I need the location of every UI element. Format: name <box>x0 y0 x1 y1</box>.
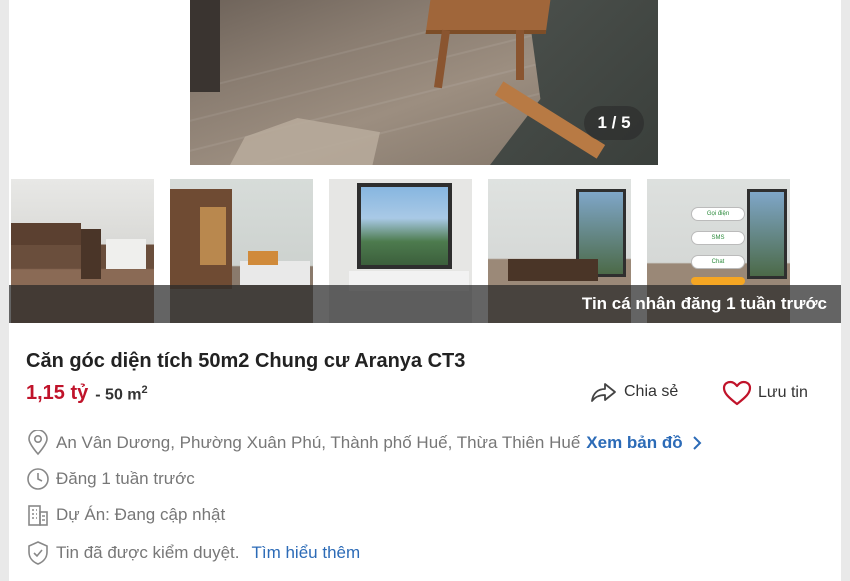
area-value: - 50 m <box>95 386 142 403</box>
chat-chip: Chat <box>691 255 745 269</box>
heart-icon <box>722 380 752 406</box>
project-row: Dự Án: Đang cập nhật <box>26 503 225 527</box>
posted-text: Đăng 1 tuần trước <box>56 469 195 488</box>
photo-counter: 1 / 5 <box>584 106 644 140</box>
main-photo[interactable]: 1 / 5 <box>190 0 658 165</box>
verified-text: Tin đã được kiểm duyệt. <box>56 543 240 562</box>
posted-row: Đăng 1 tuần trước <box>26 467 195 491</box>
chevron-right-icon <box>692 436 702 450</box>
view-map-link[interactable]: Xem bản đồ <box>586 433 710 453</box>
area: - 50 m2 <box>95 384 147 404</box>
price-row: 1,15 tỷ - 50 m2 <box>26 382 148 405</box>
area-unit-sup: 2 <box>141 383 148 396</box>
posted-badge: Tin cá nhân đăng 1 tuần trước <box>581 294 827 313</box>
building-icon <box>28 505 48 526</box>
address-row: An Vân Dương, Phường Xuân Phú, Thành phố… <box>26 430 711 456</box>
thumbnail-strip: Gọi điện SMS Chat Tin cá nhân đăng 1 tuầ… <box>9 179 841 323</box>
sms-chip: SMS <box>691 231 745 245</box>
save-label: Lưu tin <box>758 384 808 401</box>
share-button[interactable]: Chia sẻ <box>590 380 678 404</box>
hero-area: 1 / 5 <box>9 0 841 172</box>
verified-row: Tin đã được kiểm duyệt. Tìm hiểu thêm <box>26 540 360 566</box>
posted-badge-bar: Tin cá nhân đăng 1 tuần trước <box>9 285 841 323</box>
save-button[interactable]: Lưu tin <box>722 380 808 406</box>
shield-check-icon <box>28 541 48 565</box>
share-icon <box>591 383 616 402</box>
learn-more-link[interactable]: Tìm hiểu thêm <box>251 543 360 563</box>
listing-title: Căn góc diện tích 50m2 Chung cư Aranya C… <box>26 350 466 372</box>
project-text: Dự Án: Đang cập nhật <box>56 505 226 524</box>
view-map-label: Xem bản đồ <box>586 433 683 452</box>
clock-icon <box>27 468 49 490</box>
price: 1,15 tỷ <box>26 382 89 404</box>
call-chip: Gọi điện <box>691 207 745 221</box>
share-label: Chia sẻ <box>624 383 679 400</box>
location-pin-icon <box>28 430 48 456</box>
address-text: An Vân Dương, Phường Xuân Phú, Thành phố… <box>56 433 581 452</box>
